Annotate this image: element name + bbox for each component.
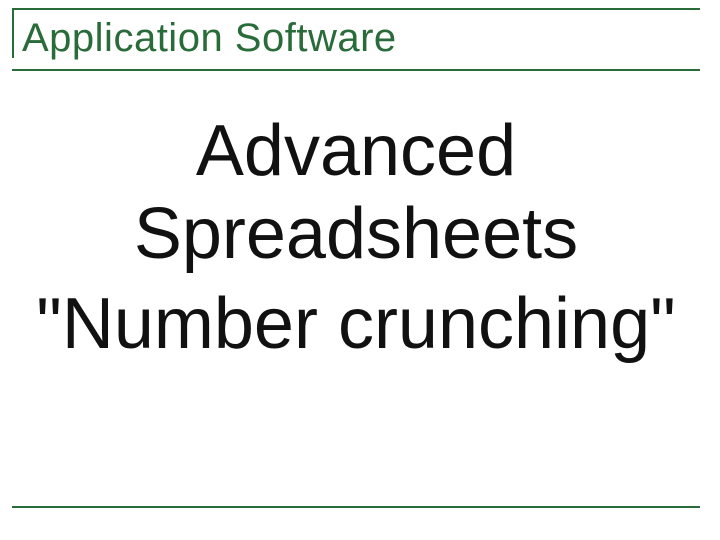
slide-container: Application Software Advanced Spreadshee… [0, 0, 720, 540]
footer-rule [12, 506, 700, 508]
content-line-1: Advanced [16, 111, 696, 192]
header-bottom-rule [12, 69, 700, 71]
content-line-2: Spreadsheets [16, 194, 696, 275]
content-line-3: "Number crunching" [16, 284, 696, 365]
header-left-tick [12, 8, 14, 58]
slide-heading: Application Software [12, 10, 700, 67]
content-area: Advanced Spreadsheets "Number crunching" [12, 81, 700, 365]
header-section: Application Software [12, 8, 700, 77]
